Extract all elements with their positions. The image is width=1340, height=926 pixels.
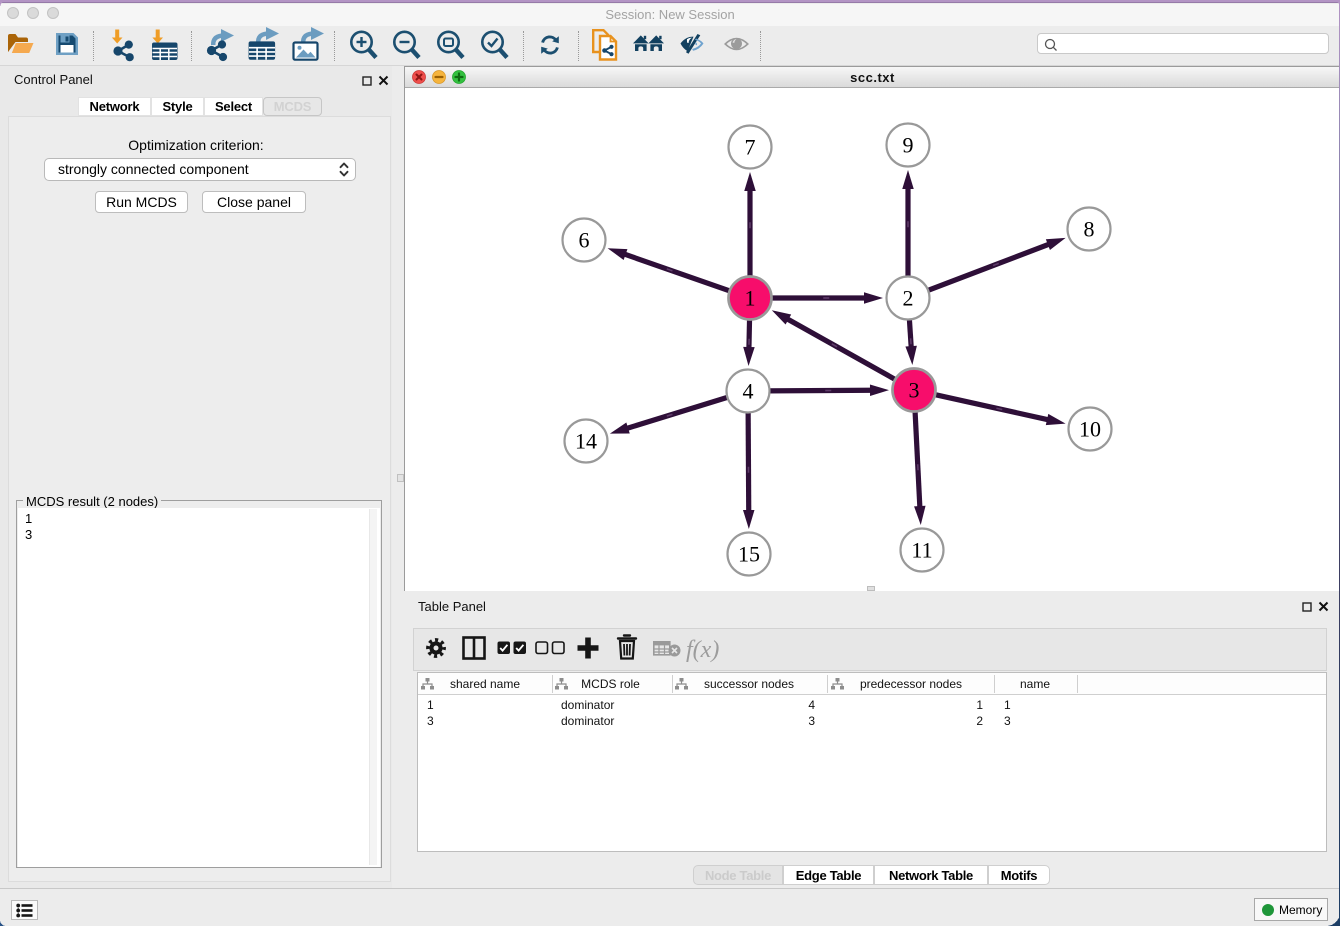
svg-text:7: 7: [745, 135, 756, 160]
svg-text:4: 4: [743, 379, 754, 404]
svg-text:9: 9: [903, 133, 914, 158]
svg-text:1: 1: [745, 286, 756, 311]
svg-text:f(x): f(x): [686, 637, 719, 663]
svg-text:15: 15: [738, 542, 760, 567]
svg-text:Memory: Memory: [1279, 903, 1322, 917]
svg-text:11: 11: [911, 538, 932, 563]
svg-text:6: 6: [579, 228, 590, 253]
svg-text:3: 3: [909, 378, 920, 403]
svg-text:14: 14: [575, 429, 597, 454]
svg-text:10: 10: [1079, 417, 1101, 442]
svg-text:8: 8: [1084, 217, 1095, 242]
svg-text:2: 2: [903, 286, 914, 311]
